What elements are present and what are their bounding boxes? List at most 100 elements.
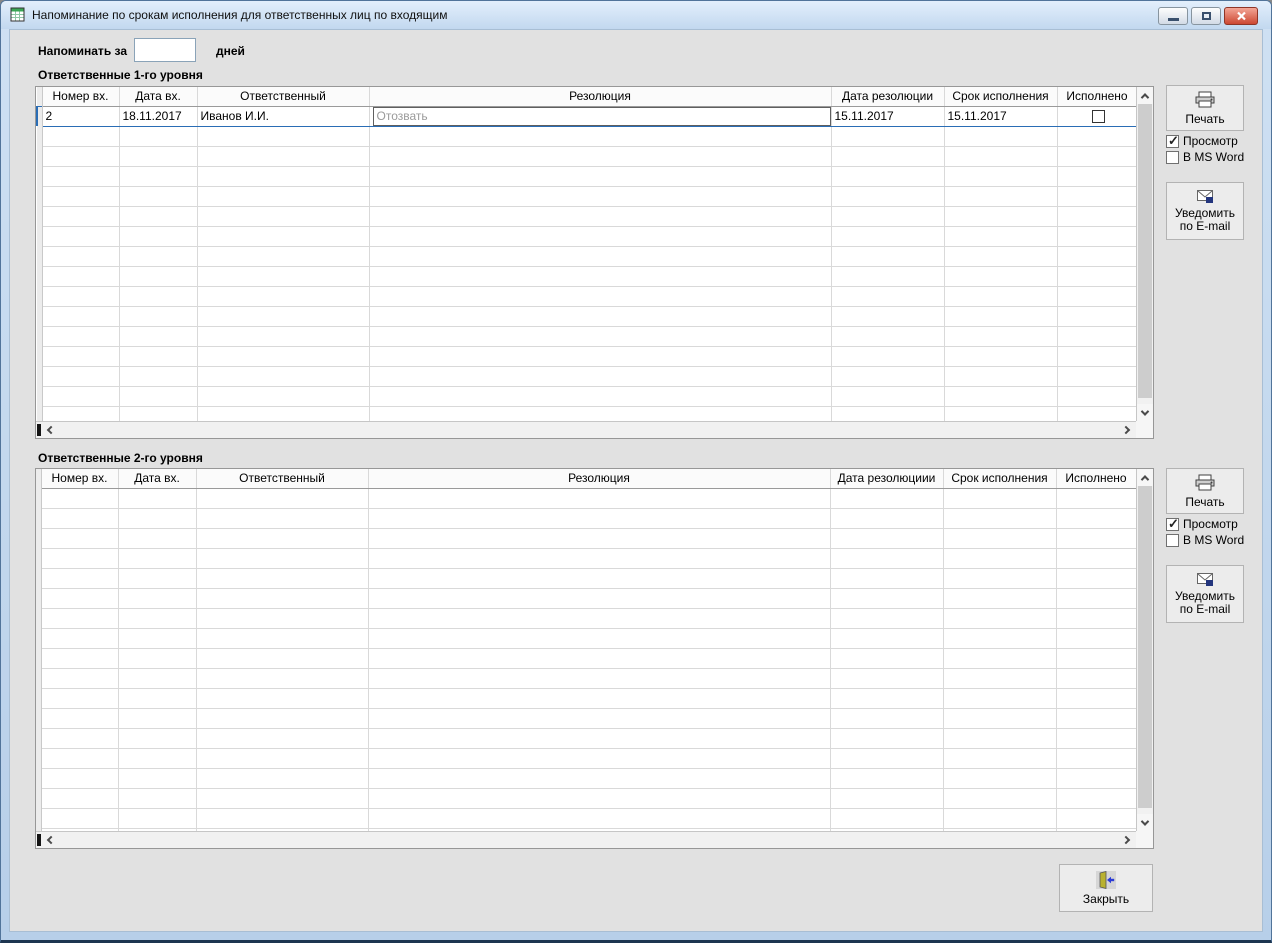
title-bar[interactable]: Напоминание по срокам исполнения для отв… [1,1,1271,29]
column-header-resolution[interactable]: Резолюция [369,87,832,107]
empty-cell-execution-deadline [943,728,1057,749]
exit-door-icon [1096,870,1116,889]
scroll-left-button[interactable] [44,832,58,848]
row-done-checkbox[interactable] [1092,109,1105,123]
minimize-icon [1167,18,1179,21]
empty-cell-done [1056,808,1136,829]
print-button-level1[interactable]: Печать [1166,85,1244,131]
empty-cell-resolution [369,386,832,407]
empty-table-row [37,306,1136,327]
cell-responsible[interactable]: Иванов И.И. [197,105,370,127]
checkbox-icon[interactable] [1166,516,1179,532]
empty-cell-incoming-date [119,386,198,407]
vertical-scroll-thumb[interactable] [1138,486,1152,808]
cell-incoming-date[interactable]: 18.11.2017 [119,105,198,127]
vertical-scrollbar[interactable] [1136,87,1153,421]
empty-cell-resolution [368,628,831,649]
table-row[interactable]: 2 18.11.2017 Иванов И.И. Отозвать 15.11.2017… [36,105,1136,127]
horizontal-scrollbar[interactable] [36,421,1136,438]
scroll-right-button[interactable] [1119,832,1133,848]
form-grid-icon [10,7,25,22]
scroll-right-button[interactable] [1119,422,1133,438]
print-button-level2[interactable]: Печать [1166,468,1244,514]
empty-cell-execution-deadline [944,126,1058,147]
checkbox-icon[interactable] [1166,150,1179,164]
minimize-button[interactable] [1158,7,1188,25]
empty-cell-execution-deadline [944,326,1058,347]
column-header-incoming-date[interactable]: Дата вх. [118,469,197,489]
column-header-resolution[interactable]: Резолюция [368,469,831,489]
preview-checkbox-label: Просмотр [1183,134,1238,148]
empty-cell-resolution [369,246,832,267]
maximize-button[interactable] [1191,7,1221,25]
vertical-scroll-thumb[interactable] [1138,104,1152,398]
scroll-up-button[interactable] [1137,87,1153,104]
preview-checkbox-level2[interactable]: Просмотр [1166,516,1238,532]
print-button-label: Печать [1185,111,1225,126]
checkbox-icon[interactable] [1166,533,1179,547]
empty-cell-incoming-date [118,488,197,509]
preview-checkbox-level1[interactable]: Просмотр [1166,133,1238,149]
empty-cell-resolution-date [831,406,945,421]
column-header-done[interactable]: Исполнено [1057,87,1136,107]
column-header-resolution-date[interactable]: Дата резолюциии [830,469,944,489]
reminder-days-input[interactable] [134,38,196,62]
msword-checkbox-level1[interactable]: В MS Word [1166,150,1244,164]
empty-cell-resolution-date [830,548,944,569]
close-window-button[interactable] [1224,7,1258,25]
column-header-responsible[interactable]: Ответственный [197,87,370,107]
column-header-execution-deadline[interactable]: Срок исполнения [943,469,1057,489]
empty-cell-done [1056,528,1136,549]
empty-cell-incoming-date [118,728,197,749]
empty-cell-execution-deadline [943,528,1057,549]
scroll-down-button[interactable] [1137,404,1153,421]
column-header-incoming-number[interactable]: Номер вх. [41,469,119,489]
empty-table-row [36,688,1136,709]
cell-done[interactable] [1057,105,1136,127]
empty-table-row [36,548,1136,569]
vertical-scrollbar[interactable] [1136,469,1153,831]
scroll-down-button[interactable] [1137,814,1153,831]
empty-cell-resolution [369,266,832,287]
empty-cell-incoming-number [42,326,120,347]
checkbox-icon[interactable] [1166,133,1179,149]
cell-incoming-number[interactable]: 2 [42,105,120,127]
cell-resolution-date[interactable]: 15.11.2017 [831,105,945,127]
scroll-left-button[interactable] [44,422,58,438]
empty-table-row [37,206,1136,227]
column-header-execution-deadline[interactable]: Срок исполнения [944,87,1058,107]
resolution-editor[interactable]: Отозвать [372,107,830,125]
horizontal-scroll-thumb[interactable] [37,834,41,846]
column-header-resolution-date[interactable]: Дата резолюции [831,87,945,107]
empty-cell-incoming-number [41,648,119,669]
empty-cell-resolution-date [831,126,945,147]
column-header-incoming-date[interactable]: Дата вх. [119,87,198,107]
msword-checkbox-level2[interactable]: В MS Word [1166,533,1244,547]
scroll-up-button[interactable] [1137,469,1153,486]
cell-execution-deadline[interactable]: 15.11.2017 [944,105,1058,127]
column-header-incoming-number[interactable]: Номер вх. [42,87,120,107]
empty-cell-responsible [197,226,370,247]
empty-cell-incoming-number [42,346,120,367]
empty-cell-done [1056,568,1136,589]
empty-cell-responsible [197,326,370,347]
empty-cell-done [1056,628,1136,649]
empty-cell-execution-deadline [943,788,1057,809]
empty-cell-done [1057,226,1136,247]
empty-cell-responsible [196,688,369,709]
column-header-done[interactable]: Исполнено [1056,469,1136,489]
empty-cell-resolution [368,768,831,789]
empty-cell-resolution-date [831,226,945,247]
empty-cell-resolution [368,648,831,669]
close-dialog-button[interactable]: Закрыть [1059,864,1153,912]
empty-cell-incoming-number [41,768,119,789]
notify-email-button-level2[interactable]: Уведомить по E-mail [1166,565,1244,623]
empty-cell-incoming-number [42,206,120,227]
cell-resolution[interactable]: Отозвать [369,105,832,127]
column-header-responsible[interactable]: Ответственный [196,469,369,489]
notify-email-button-level1[interactable]: Уведомить по E-mail [1166,182,1244,240]
horizontal-scroll-thumb[interactable] [37,424,41,436]
horizontal-scrollbar[interactable] [36,831,1136,848]
empty-cell-incoming-date [118,768,197,789]
empty-table-row [36,808,1136,829]
